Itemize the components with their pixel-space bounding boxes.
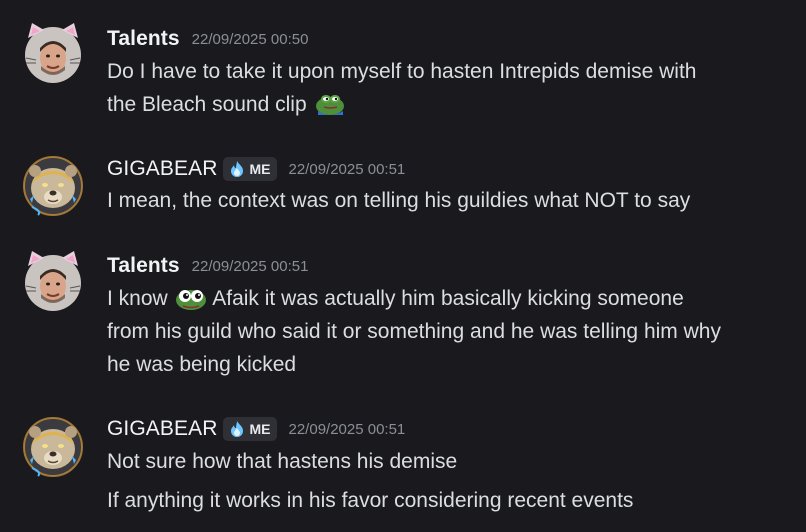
cat-ear-avatar-icon [25,251,81,311]
status-badge[interactable]: ME [222,157,277,181]
message-line: Afaik it was actually him basically kick… [212,287,684,310]
status-badge[interactable]: ME [222,417,277,441]
flame-badge-icon [230,161,243,177]
message-line: Not sure how that hastens his demise [107,450,458,473]
badge-label: ME [249,421,271,437]
message-text: I mean, the context was on telling his g… [107,185,690,217]
message-text: the Bleach sound clip [107,89,346,121]
avatar[interactable] [22,155,84,217]
message-talents-2: Talents 22/09/2025 00:51 I know Afaik it… [0,230,806,398]
message-text: from his guild who said it or something … [107,316,721,348]
message-line: the Bleach sound clip [107,93,307,116]
message-line: I mean, the context was on telling his g… [107,189,691,212]
message-line: Do I have to take it upon myself to hast… [107,60,697,83]
timestamp[interactable]: 22/09/2025 00:51 [289,161,406,178]
timestamp[interactable]: 22/09/2025 00:51 [192,258,309,275]
username[interactable]: GIGABEAR [107,157,218,181]
message-text: If anything it works in his favor consid… [107,485,633,517]
message-header: Talents 22/09/2025 00:50 [107,25,308,53]
timestamp[interactable]: 22/09/2025 00:50 [192,31,309,48]
pepe-frog-eyes-emoji-icon[interactable] [174,283,208,311]
username[interactable]: Talents [107,254,180,278]
message-line: from his guild who said it or something … [107,320,721,343]
message-header: GIGABEAR ME 22/09/2025 00:51 [107,415,405,443]
timestamp[interactable]: 22/09/2025 00:51 [289,421,406,438]
message-talents-1: Talents 22/09/2025 00:50 Do I have to ta… [0,0,806,135]
message-text: Not sure how that hastens his demise [107,446,457,478]
message-line: he was being kicked [107,353,297,376]
username[interactable]: GIGABEAR [107,417,218,441]
username[interactable]: Talents [107,27,180,51]
message-text: I know Afaik it was actually him basical… [107,283,684,315]
avatar[interactable] [22,250,84,312]
avatar[interactable] [22,22,84,84]
message-text: he was being kicked [107,349,296,381]
bear-avatar-icon [23,417,83,477]
message-header: GIGABEAR ME 22/09/2025 00:51 [107,155,405,183]
message-text: Do I have to take it upon myself to hast… [107,56,696,88]
message-gigabear-2: GIGABEAR ME 22/09/2025 00:51 Not sure ho… [0,398,806,532]
pepe-frog-emoji-icon[interactable] [312,89,346,117]
badge-label: ME [249,161,271,177]
bear-avatar-icon [23,156,83,216]
message-header: Talents 22/09/2025 00:51 [107,252,308,280]
flame-badge-icon [230,421,243,437]
message-line: If anything it works in his favor consid… [107,489,634,512]
message-gigabear-1: GIGABEAR ME 22/09/2025 00:51 I mean, the… [0,135,806,230]
avatar[interactable] [22,416,84,478]
cat-ear-avatar-icon [25,23,81,83]
message-line: I know [107,287,168,310]
